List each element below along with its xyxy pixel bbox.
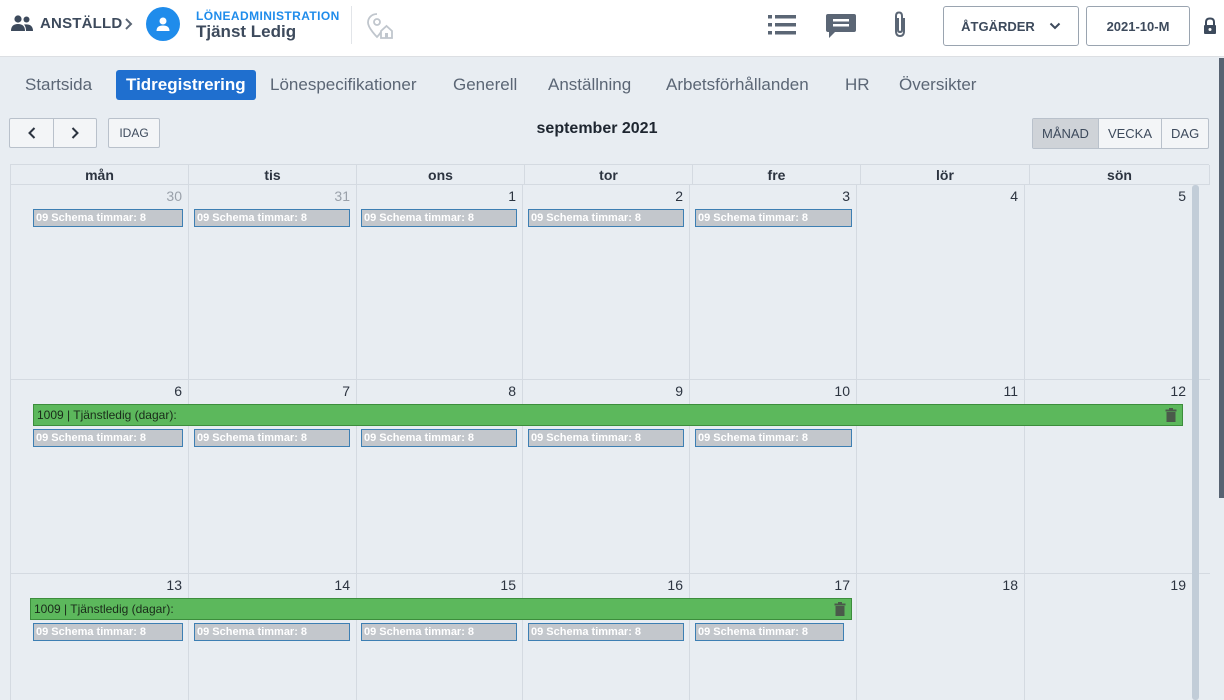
page-scrollbar[interactable] bbox=[1219, 58, 1224, 498]
schedule-event[interactable]: 09 Schema timmar: 8 bbox=[194, 623, 350, 641]
leave-event[interactable]: 1009 | Tjänstledig (dagar): bbox=[30, 598, 852, 620]
leave-event[interactable]: 1009 | Tjänstledig (dagar): bbox=[33, 404, 1183, 426]
day-number: 31 bbox=[334, 188, 350, 204]
schedule-event[interactable]: 09 Schema timmar: 8 bbox=[33, 429, 183, 447]
schedule-event[interactable]: 09 Schema timmar: 8 bbox=[361, 429, 517, 447]
leave-event-label: 1009 | Tjänstledig (dagar): bbox=[34, 602, 174, 616]
weekday-thu: tor bbox=[525, 165, 693, 185]
trash-icon[interactable] bbox=[834, 602, 846, 616]
weekday-mon: mån bbox=[11, 165, 189, 185]
day-cell[interactable]: 4 bbox=[857, 185, 1025, 379]
week-row: 13 14 15 16 17 18 19 1009 | Tjänstledig … bbox=[11, 574, 1210, 700]
schedule-event[interactable]: 09 Schema timmar: 8 bbox=[695, 623, 844, 641]
period-button[interactable]: 2021-10-M bbox=[1086, 6, 1190, 46]
day-number: 7 bbox=[342, 383, 350, 399]
actions-label: ÅTGÄRDER bbox=[961, 18, 1035, 34]
tab-tidregistrering[interactable]: Tidregistrering bbox=[116, 70, 256, 100]
chevron-down-icon bbox=[1049, 22, 1061, 30]
chevron-right-icon bbox=[125, 18, 133, 30]
trash-icon[interactable] bbox=[1165, 408, 1177, 422]
schedule-event[interactable]: 09 Schema timmar: 8 bbox=[33, 209, 183, 227]
tab-generell[interactable]: Generell bbox=[453, 70, 517, 100]
tab-lonespecifikationer[interactable]: Lönespecifikationer bbox=[270, 70, 416, 100]
schedule-event[interactable]: 09 Schema timmar: 8 bbox=[194, 209, 350, 227]
weekday-tue: tis bbox=[189, 165, 357, 185]
top-header: ANSTÄLLD LÖNEADMINISTRATION Tjänst Ledig… bbox=[0, 0, 1224, 57]
day-number: 11 bbox=[1003, 383, 1018, 399]
day-number: 5 bbox=[1178, 188, 1186, 204]
chat-icon[interactable] bbox=[825, 12, 857, 40]
leave-event-label: 1009 | Tjänstledig (dagar): bbox=[37, 408, 177, 422]
day-number: 10 bbox=[834, 383, 850, 399]
module-label: LÖNEADMINISTRATION bbox=[196, 9, 340, 23]
schedule-event[interactable]: 09 Schema timmar: 8 bbox=[361, 623, 517, 641]
day-number: 13 bbox=[166, 577, 182, 593]
paperclip-icon[interactable] bbox=[890, 10, 910, 40]
actions-dropdown-button[interactable]: ÅTGÄRDER bbox=[943, 6, 1079, 46]
avatar[interactable] bbox=[146, 7, 180, 41]
day-number: 6 bbox=[174, 383, 182, 399]
people-icon bbox=[11, 15, 33, 31]
schedule-event[interactable]: 09 Schema timmar: 8 bbox=[528, 209, 684, 227]
day-number: 15 bbox=[500, 577, 516, 593]
week-row: 6 7 8 9 10 11 12 1009 | Tjänstledig (dag… bbox=[11, 380, 1210, 574]
day-number: 19 bbox=[1170, 577, 1186, 593]
day-number: 17 bbox=[834, 577, 850, 593]
weekday-sat: lör bbox=[861, 165, 1030, 185]
header-divider bbox=[351, 6, 352, 44]
day-cell[interactable]: 5 bbox=[1025, 185, 1193, 379]
view-switcher: MÅNAD VECKA DAG bbox=[1032, 118, 1210, 149]
tab-oversikter[interactable]: Översikter bbox=[899, 70, 976, 100]
view-week-button[interactable]: VECKA bbox=[1097, 119, 1161, 148]
calendar-title: september 2021 bbox=[536, 120, 658, 137]
view-month-button[interactable]: MÅNAD bbox=[1033, 119, 1098, 148]
tab-startsida[interactable]: Startsida bbox=[25, 70, 92, 100]
day-cell[interactable]: 19 bbox=[1025, 574, 1193, 700]
schedule-event[interactable]: 09 Schema timmar: 8 bbox=[528, 429, 684, 447]
day-number: 12 bbox=[1170, 383, 1186, 399]
lock-icon[interactable] bbox=[1202, 17, 1218, 35]
weekday-fri: fre bbox=[693, 165, 861, 185]
weekday-sun: sön bbox=[1030, 165, 1210, 185]
tab-anstallning[interactable]: Anställning bbox=[548, 70, 631, 100]
tab-hr[interactable]: HR bbox=[845, 70, 870, 100]
weekday-header: mån tis ons tor fre lör sön bbox=[11, 165, 1210, 185]
day-number: 18 bbox=[1002, 577, 1018, 593]
view-day-button[interactable]: DAG bbox=[1161, 119, 1208, 148]
schedule-event[interactable]: 09 Schema timmar: 8 bbox=[695, 429, 852, 447]
breadcrumb-employee-label: ANSTÄLLD bbox=[40, 14, 123, 32]
day-number: 3 bbox=[842, 188, 850, 204]
main-tabs: Startsida Tidregistrering Lönespecifikat… bbox=[0, 68, 1224, 102]
day-number: 4 bbox=[1010, 188, 1018, 204]
weekday-wed: ons bbox=[357, 165, 525, 185]
location-home-icon[interactable] bbox=[365, 11, 395, 41]
calendar-scrollbar-thumb[interactable] bbox=[1192, 185, 1199, 700]
list-icon[interactable] bbox=[767, 14, 797, 36]
schedule-event[interactable]: 09 Schema timmar: 8 bbox=[361, 209, 517, 227]
schedule-event[interactable]: 09 Schema timmar: 8 bbox=[194, 429, 350, 447]
breadcrumb-employee[interactable]: ANSTÄLLD bbox=[10, 14, 122, 32]
schedule-event[interactable]: 09 Schema timmar: 8 bbox=[695, 209, 852, 227]
schedule-event[interactable]: 09 Schema timmar: 8 bbox=[528, 623, 684, 641]
day-number: 30 bbox=[166, 188, 182, 204]
person-name: Tjänst Ledig bbox=[196, 22, 297, 41]
day-number: 16 bbox=[667, 577, 683, 593]
month-calendar: mån tis ons tor fre lör sön 30 31 1 2 3 … bbox=[10, 164, 1210, 700]
day-number: 8 bbox=[508, 383, 516, 399]
day-number: 1 bbox=[508, 188, 516, 204]
person-icon bbox=[156, 17, 170, 31]
day-number: 2 bbox=[675, 188, 683, 204]
tab-arbetsforhallanden[interactable]: Arbetsförhållanden bbox=[666, 70, 809, 100]
day-number: 14 bbox=[334, 577, 350, 593]
schedule-event[interactable]: 09 Schema timmar: 8 bbox=[33, 623, 183, 641]
day-number: 9 bbox=[675, 383, 683, 399]
week-row: 30 31 1 2 3 4 5 09 Schema timmar: 8 09 S… bbox=[11, 185, 1210, 380]
day-cell[interactable]: 18 bbox=[857, 574, 1025, 700]
